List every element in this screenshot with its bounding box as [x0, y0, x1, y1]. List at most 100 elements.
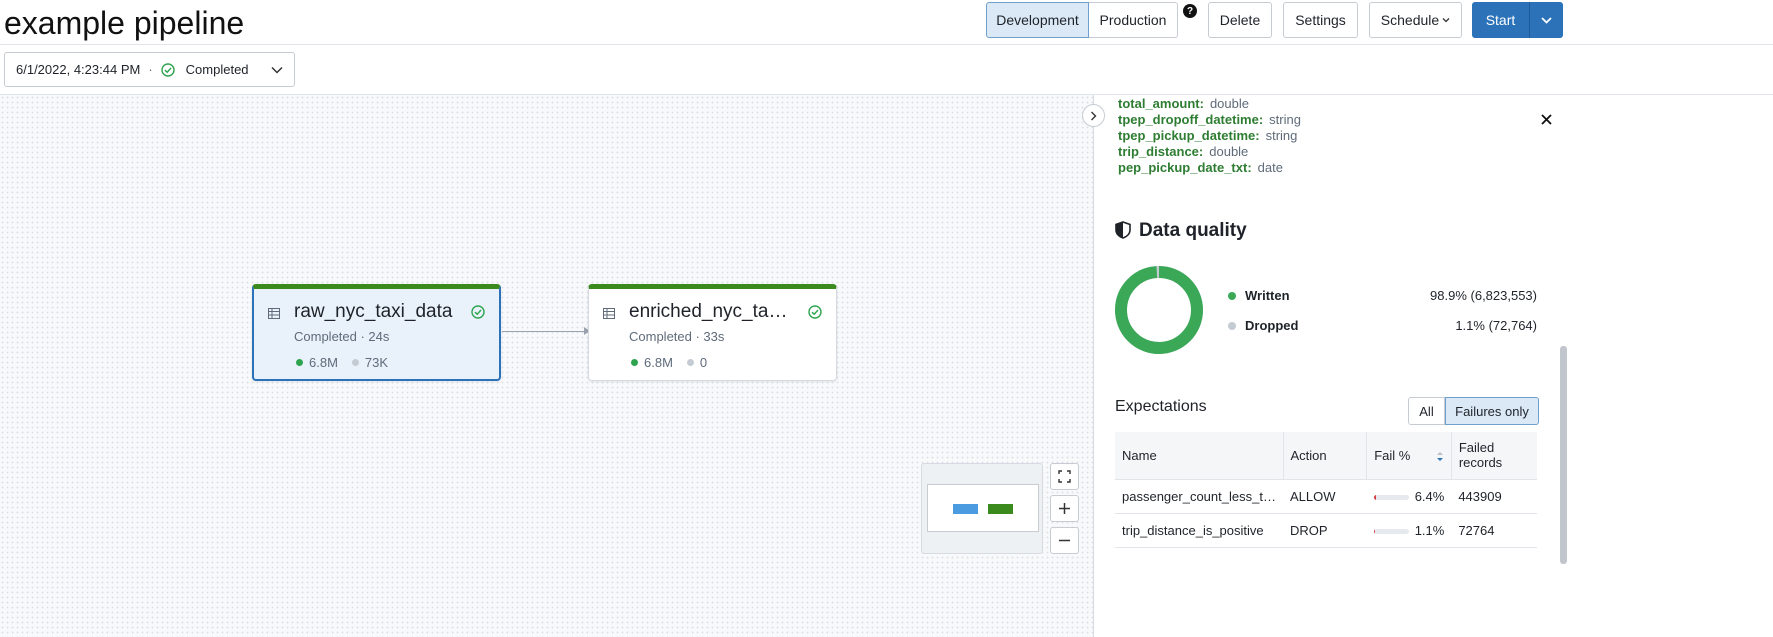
fail-bar [1373, 494, 1409, 500]
table-row[interactable]: trip_distance_is_positive DROP 1.1% 7276… [1115, 513, 1537, 548]
close-panel-button[interactable] [1541, 109, 1552, 130]
node-status: Completed · 24s [294, 329, 390, 344]
fit-view-button[interactable] [1050, 463, 1079, 490]
chevron-down-icon [1541, 16, 1552, 24]
graph-node-raw-nyc-taxi-data[interactable]: raw_nyc_taxi_data Completed · 24s 6.8M 7… [252, 284, 501, 381]
panel-scrollbar[interactable] [1560, 346, 1567, 564]
written-dot-icon [296, 359, 303, 366]
schema-field: trip_distance: double [1118, 144, 1248, 159]
start-button[interactable]: Start [1472, 2, 1529, 38]
node-title: enriched_nyc_tax… [629, 301, 789, 322]
failed-records: 443909 [1451, 479, 1537, 514]
graph-minimap[interactable] [921, 463, 1043, 554]
column-header-fail[interactable]: Fail % [1366, 432, 1452, 480]
field-name: tpep_dropoff_datetime: [1118, 112, 1264, 127]
column-header-name[interactable]: Name [1115, 432, 1283, 480]
schema-field: total_amount: double [1118, 96, 1249, 111]
development-mode-button[interactable]: Development [986, 2, 1089, 38]
node-status: Completed · 33s [629, 329, 725, 344]
expectations-table: Name Action Fail % Failed records passen… [1115, 432, 1537, 548]
fail-bar-fill [1373, 528, 1376, 534]
expectation-action: ALLOW [1283, 479, 1367, 514]
collapse-panel-button[interactable] [1082, 104, 1105, 127]
written-dot-icon [631, 359, 638, 366]
field-type: double [1209, 144, 1249, 159]
expectation-fail: 6.4% [1366, 479, 1452, 514]
run-timestamp: 6/1/2022, 4:23:44 PM [16, 62, 141, 77]
dropped-dot-icon [686, 359, 694, 366]
run-status: Completed [185, 62, 249, 77]
header-divider [0, 44, 1773, 45]
dropped-value: 1.1% (72,764) [1455, 318, 1537, 333]
minimap-viewport[interactable] [927, 484, 1039, 532]
run-selector[interactable]: 6/1/2022, 4:23:44 PM · Completed [4, 52, 295, 87]
filter-all-button[interactable]: All [1408, 397, 1445, 425]
close-icon [1541, 114, 1552, 125]
minimap-node [988, 504, 1013, 514]
field-type: date [1257, 160, 1283, 175]
column-header-fail-label: Fail % [1374, 447, 1411, 463]
start-options-button[interactable] [1529, 2, 1563, 38]
production-mode-button[interactable]: Production [1089, 2, 1178, 38]
chevron-down-icon [271, 66, 283, 74]
start-button-group: Start [1472, 2, 1563, 38]
field-type: double [1209, 96, 1249, 111]
delete-button[interactable]: Delete [1208, 2, 1272, 38]
filter-failures-button[interactable]: Failures only [1445, 397, 1539, 425]
run-separator: · [148, 62, 153, 77]
fail-percent: 1.1% [1414, 522, 1445, 538]
dropped-count: 73K [364, 355, 389, 370]
expectation-action: DROP [1283, 513, 1367, 548]
dropped-count: 0 [699, 355, 708, 370]
node-metrics: 6.8M 0 [631, 355, 721, 370]
field-name: trip_distance: [1118, 144, 1204, 159]
schedule-button[interactable]: Schedule [1369, 2, 1462, 38]
check-circle-icon [160, 62, 175, 77]
schedule-label: Schedule [1380, 12, 1440, 28]
node-title: raw_nyc_taxi_data [294, 301, 453, 322]
fail-bar [1373, 528, 1409, 534]
table-row[interactable]: passenger_count_less_th… ALLOW 6.4% 4439… [1115, 479, 1537, 514]
check-circle-icon [808, 305, 822, 319]
fit-view-icon [1058, 470, 1071, 483]
written-value: 98.9% (6,823,553) [1430, 288, 1537, 303]
zoom-in-button[interactable] [1050, 495, 1079, 522]
field-type: string [1269, 112, 1301, 127]
field-type: string [1265, 128, 1298, 143]
graph-edge [502, 331, 586, 332]
data-quality-title: Data quality [1139, 220, 1247, 241]
check-circle-icon [471, 305, 485, 319]
schema-field: pep_pickup_date_txt: date [1118, 160, 1283, 175]
minimap-node [953, 504, 978, 514]
chevron-right-icon [1091, 111, 1097, 120]
field-name: pep_pickup_date_txt: [1118, 160, 1252, 175]
written-dot-icon [1228, 291, 1236, 300]
zoom-out-button[interactable] [1050, 527, 1079, 554]
dropped-dot-icon [1228, 321, 1236, 330]
expectations-filter: All Failures only [1408, 397, 1539, 425]
table-icon [603, 308, 615, 319]
legend-dropped: Dropped [1228, 318, 1298, 333]
sort-icon [1436, 451, 1443, 461]
column-header-failed-records[interactable]: Failed records [1450, 432, 1537, 480]
field-name: tpep_pickup_datetime: [1118, 128, 1260, 143]
legend-written: Written [1228, 288, 1290, 303]
dropped-dot-icon [351, 359, 359, 366]
written-count: 6.8M [309, 355, 338, 370]
written-count: 6.8M [644, 355, 673, 370]
expectation-fail: 1.1% [1366, 513, 1452, 548]
environment-toggle: Development Production [986, 2, 1178, 38]
plus-icon [1059, 503, 1070, 514]
expectation-name: trip_distance_is_positive [1115, 513, 1283, 548]
settings-button[interactable]: Settings [1283, 2, 1358, 38]
pipeline-graph-canvas[interactable] [0, 95, 1093, 637]
shield-icon [1115, 221, 1131, 239]
graph-node-enriched-nyc-taxi-data[interactable]: enriched_nyc_tax… Completed · 33s 6.8M 0 [588, 284, 837, 381]
help-icon[interactable]: ? [1183, 4, 1197, 18]
field-name: total_amount: [1118, 96, 1204, 111]
details-panel [1093, 95, 1773, 637]
node-metrics: 6.8M 73K [296, 355, 402, 370]
chevron-down-icon [1442, 18, 1450, 23]
column-header-action[interactable]: Action [1282, 432, 1367, 480]
fail-percent: 6.4% [1414, 488, 1445, 504]
